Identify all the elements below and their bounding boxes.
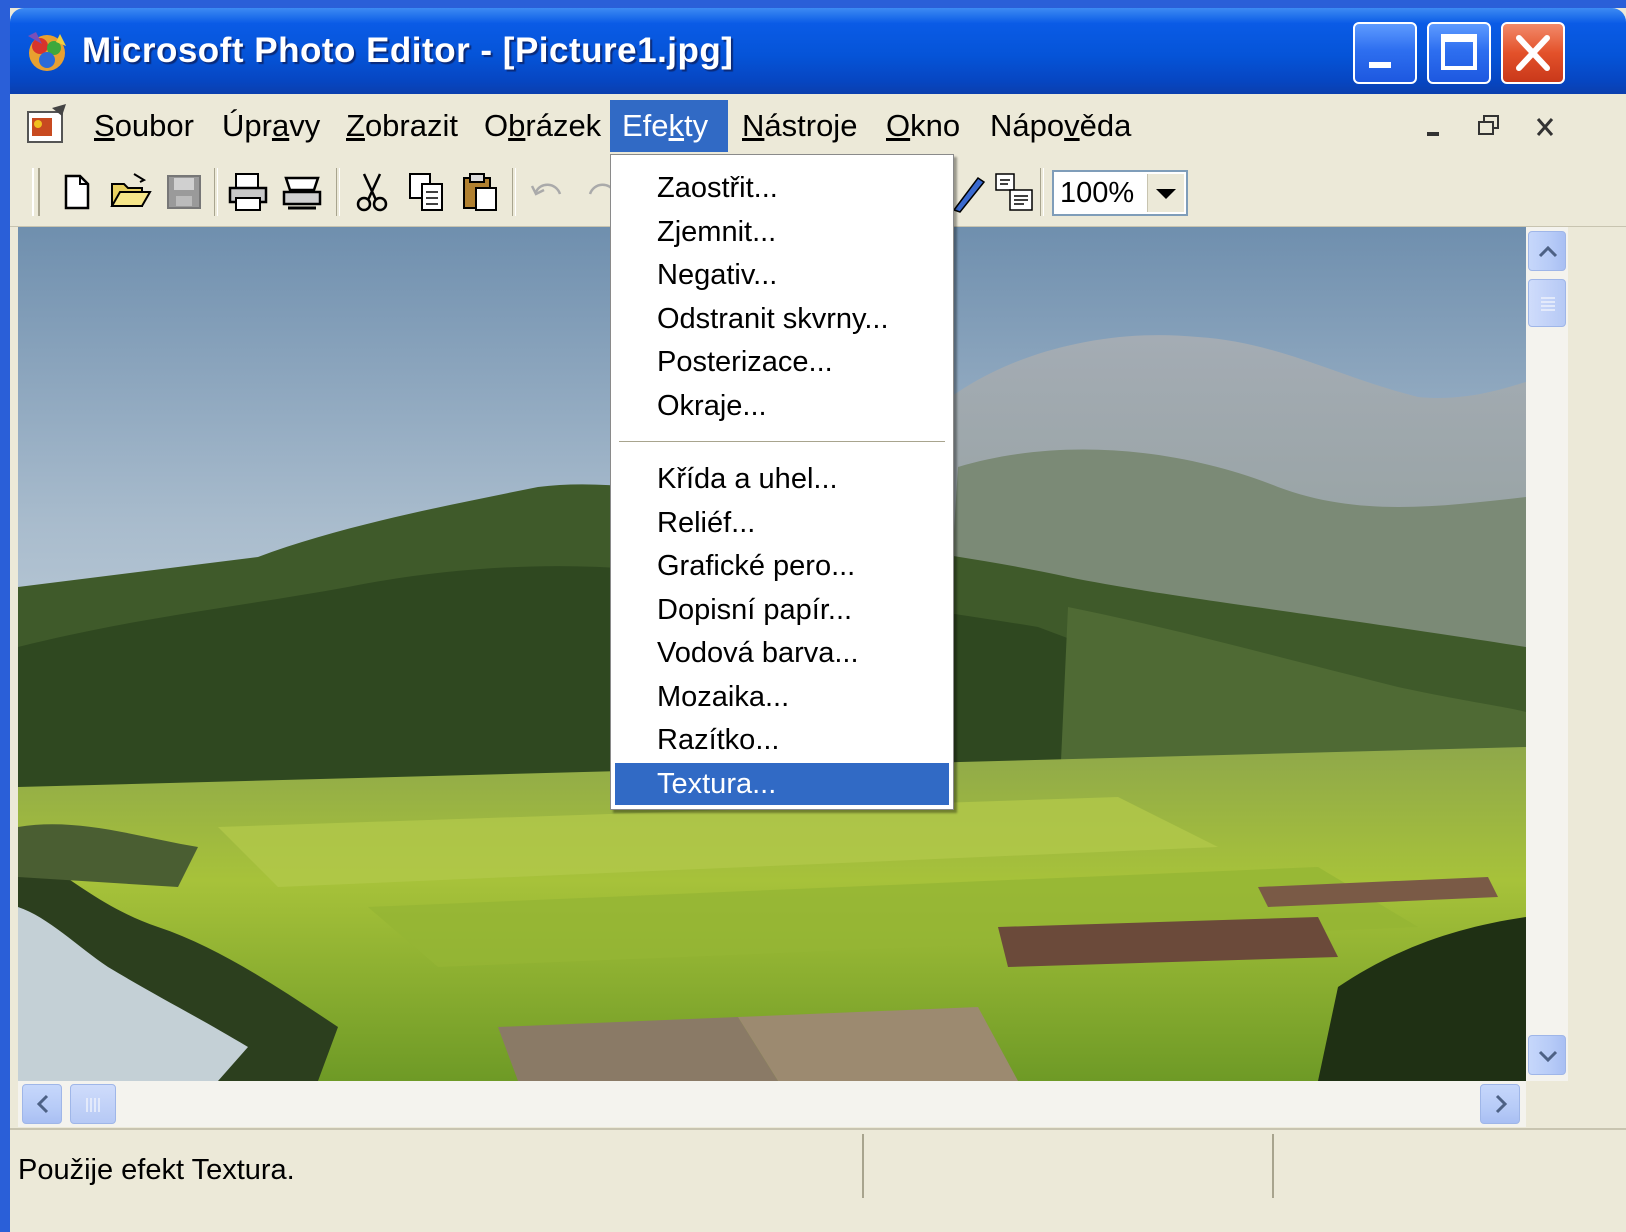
chevron-down-icon xyxy=(1156,189,1176,199)
document-icon[interactable] xyxy=(22,102,72,148)
menu-item-odstranit-skvrny[interactable]: Odstranit skvrny... xyxy=(615,298,949,340)
horizontal-scrollbar[interactable] xyxy=(18,1081,1526,1127)
grip-icon xyxy=(1541,297,1555,311)
scroll-left-button[interactable] xyxy=(22,1084,62,1124)
menu-napoveda[interactable]: Nápověda xyxy=(978,100,1143,152)
grip-icon xyxy=(86,1098,100,1112)
new-icon[interactable] xyxy=(54,170,98,214)
menu-separator xyxy=(619,441,945,443)
cut-icon[interactable] xyxy=(350,170,394,214)
resize-icon[interactable] xyxy=(992,170,1036,214)
save-icon[interactable] xyxy=(162,170,206,214)
menu-item-relief[interactable]: Reliéf... xyxy=(615,502,949,544)
chevron-up-icon xyxy=(1538,245,1558,258)
zoom-dropdown-button[interactable] xyxy=(1147,174,1184,212)
chevron-right-icon xyxy=(1495,1094,1508,1114)
undo-icon[interactable] xyxy=(526,170,570,214)
menu-obrazek[interactable]: Obrázek xyxy=(472,100,613,152)
zoom-combobox[interactable]: 100% xyxy=(1052,170,1188,216)
print-icon[interactable] xyxy=(226,170,270,214)
close-icon xyxy=(1516,35,1550,71)
scrollbar-corner xyxy=(1526,1081,1568,1127)
menu-item-razitko[interactable]: Razítko... xyxy=(615,719,949,761)
toolbar-grip[interactable] xyxy=(32,168,40,216)
close-icon xyxy=(1536,118,1554,136)
toolbar-separator xyxy=(512,168,516,216)
scroll-down-button[interactable] xyxy=(1528,1035,1566,1075)
status-pane xyxy=(862,1134,864,1198)
menu-bar: Soubor Úpravy Zobrazit Obrázek Efekty Ná… xyxy=(10,94,1626,156)
paste-icon[interactable] xyxy=(458,170,502,214)
menu-soubor[interactable]: Soubor xyxy=(82,100,206,152)
menu-zobrazit[interactable]: Zobrazit xyxy=(334,100,470,152)
minimize-icon xyxy=(1427,132,1439,136)
mdi-restore-button[interactable] xyxy=(1466,106,1512,148)
minimize-icon xyxy=(1369,62,1391,68)
vertical-scroll-thumb[interactable] xyxy=(1528,279,1566,327)
menu-item-zjemnit[interactable]: Zjemnit... xyxy=(615,211,949,253)
pen-icon[interactable] xyxy=(948,170,992,214)
vertical-scrollbar[interactable] xyxy=(1526,227,1568,1081)
menu-item-zaostrit[interactable]: Zaostřit... xyxy=(615,167,949,209)
toolbar-separator xyxy=(336,168,340,216)
title-bar[interactable]: Microsoft Photo Editor - [Picture1.jpg] xyxy=(10,8,1626,94)
menu-upravy[interactable]: Úpravy xyxy=(210,100,332,152)
toolbar-separator xyxy=(214,168,218,216)
scroll-up-button[interactable] xyxy=(1528,231,1566,271)
menu-item-negativ[interactable]: Negativ... xyxy=(615,254,949,296)
menu-item-okraje[interactable]: Okraje... xyxy=(615,385,949,427)
menu-item-dopisni-papir[interactable]: Dopisní papír... xyxy=(615,589,949,631)
status-text: Použije efekt Textura. xyxy=(18,1154,295,1186)
close-window-button[interactable] xyxy=(1501,22,1565,84)
app-window: Microsoft Photo Editor - [Picture1.jpg] … xyxy=(10,8,1626,1232)
open-icon[interactable] xyxy=(108,170,152,214)
menu-item-mozaika[interactable]: Mozaika... xyxy=(615,676,949,718)
minimize-button[interactable] xyxy=(1353,22,1417,84)
menu-okno[interactable]: Okno xyxy=(874,100,972,152)
menu-item-textura[interactable]: Textura... xyxy=(615,763,949,805)
status-bar: Použije efekt Textura. xyxy=(10,1128,1626,1232)
menu-item-vodova-barva[interactable]: Vodová barva... xyxy=(615,632,949,674)
copy-icon[interactable] xyxy=(404,170,448,214)
chevron-down-icon xyxy=(1538,1050,1558,1063)
zoom-value: 100% xyxy=(1060,177,1135,209)
scan-icon[interactable] xyxy=(280,170,324,214)
mdi-minimize-button[interactable] xyxy=(1410,106,1456,148)
menu-efekty[interactable]: Efekty xyxy=(610,100,728,152)
effects-dropdown-menu: Zaostřit... Zjemnit... Negativ... Odstra… xyxy=(610,154,954,810)
menu-item-posterizace[interactable]: Posterizace... xyxy=(615,341,949,383)
restore-icon xyxy=(1478,115,1499,135)
chevron-left-icon xyxy=(36,1094,49,1114)
mdi-close-button[interactable] xyxy=(1522,106,1568,148)
toolbar-separator xyxy=(1040,168,1044,216)
menu-item-graficke-pero[interactable]: Grafické pero... xyxy=(615,545,949,587)
maximize-icon xyxy=(1441,34,1477,70)
window-title: Microsoft Photo Editor - [Picture1.jpg] xyxy=(82,31,734,70)
maximize-button[interactable] xyxy=(1427,22,1491,84)
menu-nastroje[interactable]: Nástroje xyxy=(730,100,869,152)
scroll-right-button[interactable] xyxy=(1480,1084,1520,1124)
menu-item-krida-a-uhel[interactable]: Křída a uhel... xyxy=(615,458,949,500)
photo-editor-app-icon xyxy=(28,32,66,71)
status-pane xyxy=(1272,1134,1274,1198)
horizontal-scroll-thumb[interactable] xyxy=(70,1084,116,1124)
